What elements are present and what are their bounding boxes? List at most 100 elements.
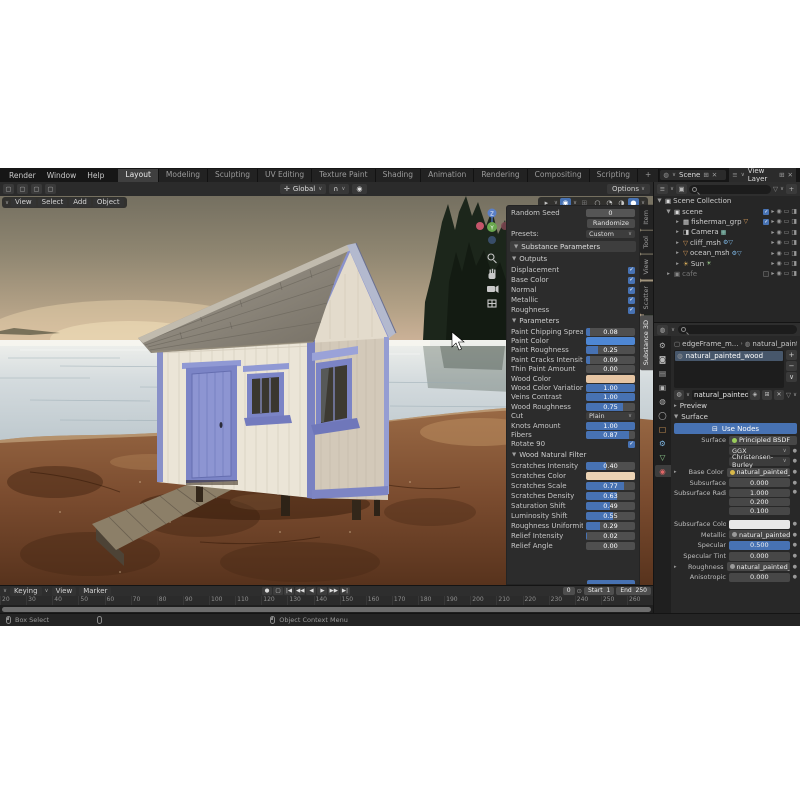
browse-material-icon[interactable]: ◍ [674, 390, 684, 400]
filter-funnel-icon[interactable]: ▽ [773, 185, 778, 193]
menu-object[interactable]: Object [93, 198, 124, 207]
color-swatch[interactable] [586, 472, 635, 480]
menu-select[interactable]: Select [38, 198, 68, 207]
sidebar-tab[interactable]: Substance 3D [640, 315, 653, 370]
workspace-tab[interactable]: Animation [421, 169, 474, 182]
expand-icon[interactable]: ▸ [665, 271, 672, 277]
properties-tab[interactable]: ◯ [655, 409, 671, 421]
workspace-tab[interactable]: Shading [376, 169, 421, 182]
outliner-row[interactable]: ▼ ▣ scene ✓ ▸ ◉ ▭ ◨ [654, 206, 800, 216]
end-frame-field[interactable]: End 250 [616, 587, 651, 595]
enable-checkbox[interactable]: ✓ [763, 219, 769, 225]
viewport-disable-icon[interactable]: ▭ [784, 229, 790, 236]
close-icon[interactable]: ✕ [712, 171, 717, 179]
menu-marker[interactable]: Marker [79, 587, 111, 596]
hide-eye-icon[interactable]: ◉ [776, 218, 781, 225]
section-surface[interactable]: ▼ Surface [674, 411, 797, 422]
menu-help[interactable]: Help [82, 171, 109, 180]
hide-eye-icon[interactable]: ◉ [776, 260, 781, 267]
render-disable-icon[interactable]: ◨ [791, 229, 797, 236]
selectable-icon[interactable]: ▸ [771, 218, 774, 225]
slider[interactable]: 0.25 [586, 346, 635, 354]
display-mode-icon[interactable]: ≡ [657, 184, 668, 194]
random-seed-field[interactable]: 0 [586, 209, 635, 217]
checkbox[interactable]: ✓ [628, 287, 635, 294]
sidebar-tab[interactable]: Tool [640, 231, 653, 254]
3d-viewport[interactable]: Y Z ▢ ▢ ▢ [0, 182, 653, 585]
playback-button[interactable]: ▶| [340, 587, 350, 595]
selectable-icon[interactable]: ▸ [771, 208, 774, 215]
slider[interactable]: 0.75 [586, 403, 635, 411]
checkbox[interactable]: ✓ [628, 307, 635, 314]
properties-tab[interactable]: ⚙ [655, 437, 671, 449]
properties-search-input[interactable] [678, 325, 797, 334]
slider[interactable]: 0.08 [586, 328, 635, 336]
slider[interactable]: 0.63 [586, 492, 635, 500]
section-outputs[interactable]: ▼ Outputs [512, 254, 634, 264]
subsurface-field[interactable]: 0.000 [729, 478, 790, 487]
radius-y-field[interactable]: 0.200 [729, 498, 790, 506]
timeline-ruler[interactable]: 2030405060708090100110120130140150160170… [0, 596, 653, 605]
render-disable-icon[interactable]: ◨ [791, 218, 797, 225]
checkbox[interactable]: ✓ [628, 441, 635, 448]
radius-x-field[interactable]: 1.000 [729, 489, 790, 497]
slider[interactable]: 0.09 [586, 356, 635, 364]
menu-add[interactable]: Add [69, 198, 91, 207]
material-slot[interactable]: ◍ natural_painted_wood [675, 351, 783, 361]
properties-tab[interactable]: ◙ [655, 353, 671, 365]
material-slot-list[interactable]: ◍ natural_painted_wood [674, 350, 784, 388]
workspace-tab[interactable]: UV Editing [258, 169, 312, 182]
scene-selector[interactable]: ◍ ∨ Scene ⊞ ✕ [660, 170, 726, 180]
workspace-tab[interactable]: + [638, 169, 659, 182]
start-frame-field[interactable]: Start 1 [584, 587, 614, 595]
section-preview[interactable]: ▸ Preview [674, 400, 797, 411]
breadcrumb-object[interactable]: edgeFrame_m... [682, 340, 738, 348]
playback-button[interactable]: ● [262, 587, 272, 595]
selectable-icon[interactable]: ▸ [771, 250, 774, 257]
expand-icon[interactable]: ▸ [674, 261, 681, 267]
menu-view[interactable]: View [11, 198, 36, 207]
outliner-row[interactable]: ▸ ▽ cliff_msh ⚙▽ ✓ ▸ ◉ ▭ ◨ [654, 238, 800, 248]
properties-tab[interactable]: ◉ [655, 465, 671, 477]
properties-tab[interactable]: ▣ [655, 381, 671, 393]
outliner-row[interactable]: ▸ ☀ Sun ☀ ✓ ▸ ◉ ▭ ◨ [654, 258, 800, 268]
viewport-disable-icon[interactable]: ▭ [784, 270, 790, 277]
checkbox[interactable]: ✓ [628, 277, 635, 284]
expand-icon[interactable]: ▼ [665, 209, 672, 215]
playback-button[interactable]: ▶ [317, 587, 327, 595]
viewport-disable-icon[interactable]: ▭ [784, 208, 790, 215]
menu-window[interactable]: Window [42, 171, 82, 180]
hide-eye-icon[interactable]: ◉ [776, 208, 781, 215]
playback-button[interactable]: ▢ [273, 587, 283, 595]
dropdown[interactable]: Plain ∨ [586, 412, 635, 420]
sidebar-tab[interactable]: Scatter [640, 281, 653, 314]
hide-eye-icon[interactable]: ◉ [776, 250, 781, 257]
slider[interactable]: 0.77 [586, 482, 635, 490]
filter-funnel-icon[interactable]: ▽ [786, 391, 791, 399]
search-input[interactable] [689, 185, 771, 194]
outliner-row[interactable]: ▸ ▽ ocean_msh ⚙▽ ✓ ▸ ◉ ▭ ◨ [654, 248, 800, 258]
new-collection-icon[interactable]: + [786, 184, 797, 194]
properties-tab[interactable]: ◍ [655, 395, 671, 407]
viewport-disable-icon[interactable]: ▭ [784, 250, 790, 257]
slider[interactable]: 0.40 [586, 462, 635, 470]
radius-z-field[interactable]: 0.100 [729, 507, 790, 515]
expand-icon[interactable]: ▸ [674, 240, 681, 246]
slider[interactable]: 0.00 [586, 365, 635, 373]
playback-button[interactable]: ◀ [306, 587, 316, 595]
playback-button[interactable]: ▶▶ [328, 587, 338, 595]
properties-tab[interactable]: ▽ [655, 451, 671, 463]
clock-icon[interactable]: ⊙ [577, 587, 582, 595]
slider[interactable]: 0.87 [586, 431, 635, 439]
subsurface-method-dropdown[interactable]: Christensen-Burley ∨ [729, 457, 790, 466]
outliner-row[interactable]: ▸ ▣ cafe ✓ ▸ ◉ ▭ ◨ [654, 269, 800, 279]
header-icon-3[interactable]: ▢ [31, 184, 42, 194]
expand-icon[interactable]: ▸ [674, 250, 681, 256]
render-disable-icon[interactable]: ◨ [791, 239, 797, 246]
selectable-icon[interactable]: ▸ [771, 260, 774, 267]
slot-specials-button[interactable]: ∨ [786, 372, 797, 382]
expand-icon[interactable]: ▼ [656, 198, 663, 204]
render-disable-icon[interactable]: ◨ [791, 208, 797, 215]
metallic-field[interactable]: natural_painted_wood_4 [729, 530, 790, 539]
properties-tab[interactable]: ⚙ [655, 339, 671, 351]
